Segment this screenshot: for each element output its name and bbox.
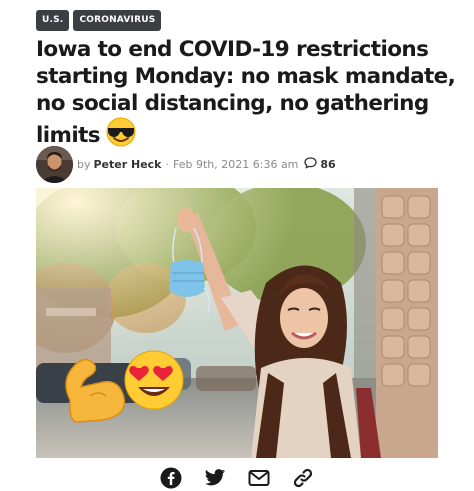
byline-separator: · <box>165 157 170 171</box>
twitter-icon[interactable] <box>204 467 226 489</box>
publish-date: Feb 9th, 2021 6:36 am <box>173 157 299 171</box>
byline-meta: by Peter Heck · Feb 9th, 2021 6:36 am 86 <box>77 156 336 172</box>
article-headline: Iowa to end COVID-19 restrictions starti… <box>36 36 456 154</box>
tag-coronavirus[interactable]: CORONAVIRUS <box>73 10 162 31</box>
comment-count: 86 <box>320 157 336 171</box>
article-hero-image <box>36 188 438 458</box>
facebook-icon[interactable] <box>160 467 182 489</box>
category-tags: U.S. CORONAVIRUS <box>36 10 162 31</box>
comment-bubble-icon <box>304 156 320 172</box>
author-avatar[interactable] <box>36 145 73 183</box>
email-icon[interactable] <box>248 467 270 489</box>
article-byline: by Peter Heck · Feb 9th, 2021 6:36 am 86 <box>36 145 336 183</box>
link-icon[interactable] <box>292 467 314 489</box>
byline-prefix: by <box>77 157 91 171</box>
author-name[interactable]: Peter Heck <box>94 158 162 171</box>
headline-text: Iowa to end COVID-19 restrictions starti… <box>36 37 456 148</box>
tag-us[interactable]: U.S. <box>36 10 70 31</box>
share-bar <box>160 467 314 489</box>
comment-count-link[interactable]: 86 <box>304 156 336 172</box>
